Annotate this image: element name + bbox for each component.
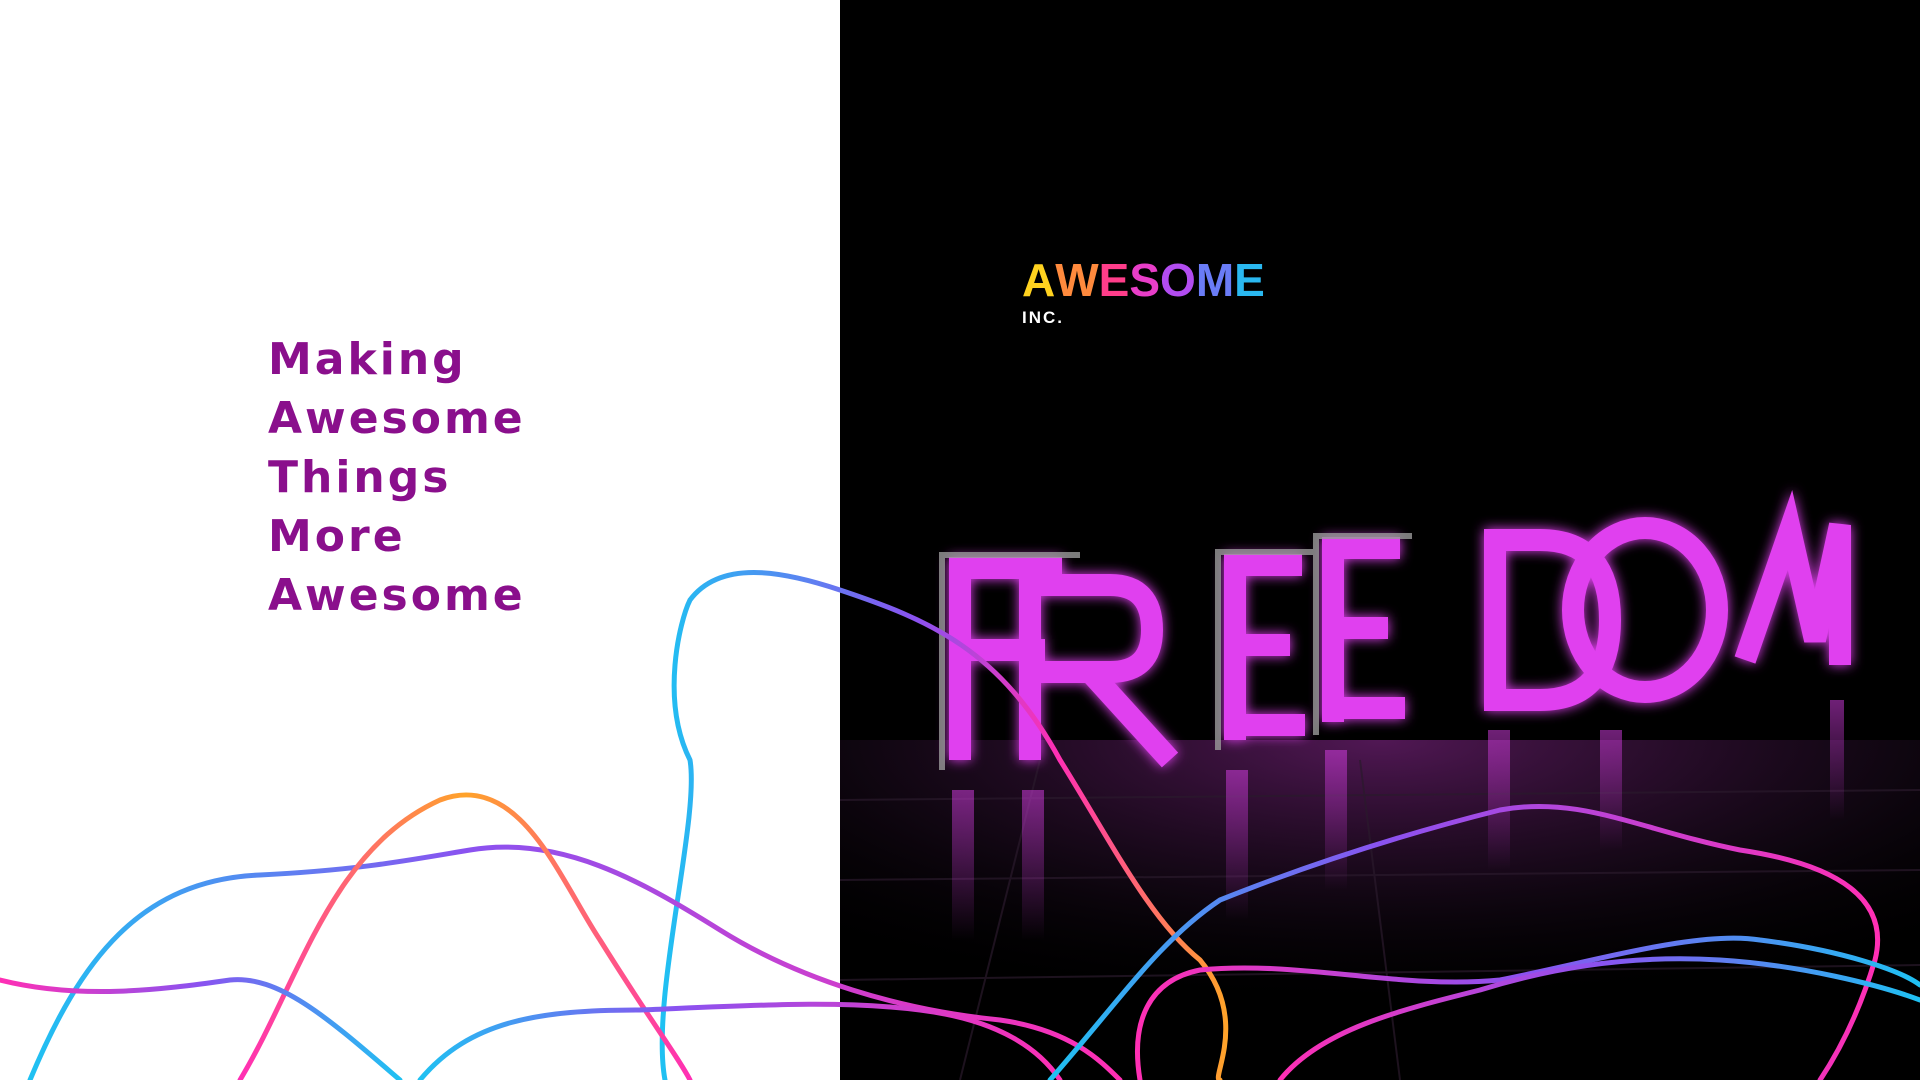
tagline-line: Things — [268, 452, 452, 503]
tagline-line: More — [268, 511, 406, 562]
logo-letter: E — [1234, 254, 1265, 306]
tagline-line: Making — [268, 334, 467, 385]
freedom-neon-photo — [840, 0, 1920, 1080]
tagline-line: Awesome — [268, 393, 526, 444]
logo-subtitle: INC. — [1022, 308, 1064, 327]
logo-letter: E — [1098, 254, 1130, 306]
tagline: Making Awesome Things More Awesome — [268, 330, 526, 625]
logo-letter: M — [1195, 254, 1235, 306]
awesome-inc-logo: AWESOME INC. — [1022, 254, 1265, 328]
tagline-line: Awesome — [268, 570, 526, 621]
logo-letter: A — [1022, 254, 1056, 306]
logo-letter: W — [1055, 254, 1099, 306]
slide: Making Awesome Things More Awesome AWESO… — [0, 0, 1920, 1080]
logo-letter: O — [1160, 254, 1196, 306]
neon-sign-image — [840, 0, 1920, 1080]
logo-wordmark: AWESOME — [1022, 254, 1265, 306]
left-panel: Making Awesome Things More Awesome — [0, 0, 840, 1080]
logo-letter: S — [1129, 254, 1161, 306]
